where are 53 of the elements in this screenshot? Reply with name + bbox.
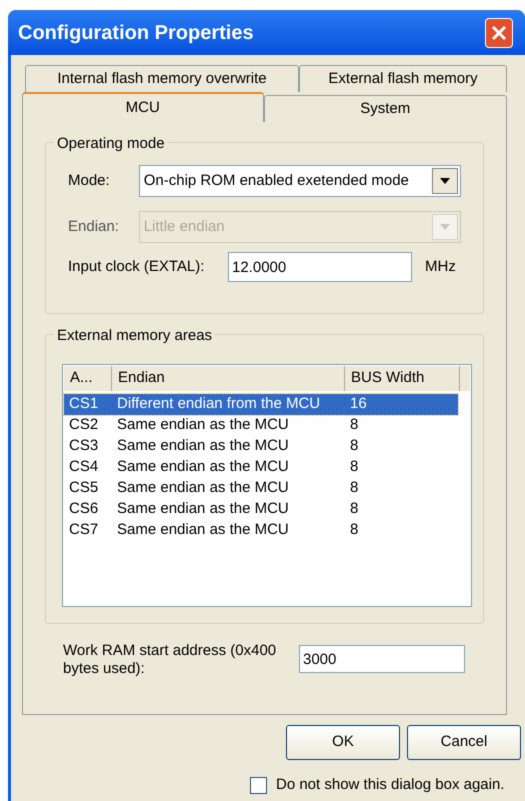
table-row[interactable]: CS5 Same endian as the MCU 8: [64, 478, 458, 499]
table-row[interactable]: CS2 Same endian as the MCU 8: [64, 415, 458, 436]
table-cell-text: Same endian as the MCU: [116, 436, 290, 456]
table-row[interactable]: CS1 Different endian from the MCU 16: [64, 394, 458, 415]
field-label: Work RAM start address (0x400 bytes used):: [63, 642, 278, 678]
window-title: Configuration Properties: [18, 20, 254, 46]
table-cell-text: 16: [349, 394, 368, 414]
tab[interactable]: System: [264, 95, 507, 122]
close-icon: [490, 24, 508, 42]
column-header[interactable]: Endian: [112, 366, 345, 391]
table-row[interactable]: CS7 Same endian as the MCU 8: [64, 520, 458, 541]
dropdown[interactable]: On-chip ROM enabled exetended mode: [138, 165, 461, 197]
table-cell-text: CS1: [68, 394, 100, 414]
table-cell-text: Same endian as the MCU: [116, 478, 290, 498]
table-cell-text: CS3: [68, 436, 100, 456]
close-button[interactable]: [485, 18, 513, 48]
unit-label: MHz: [425, 256, 456, 277]
column-header[interactable]: BUS Width: [345, 366, 460, 391]
input-field[interactable]: 12.0000: [228, 252, 412, 282]
table-cell-text: CS6: [68, 499, 100, 520]
table-row[interactable]: CS6 Same endian as the MCU 8: [64, 499, 458, 520]
tab[interactable]: External flash memory: [299, 65, 507, 92]
table-cell-text: Same endian as the MCU: [116, 457, 290, 478]
field-label: Endian:: [68, 216, 120, 237]
field-label: Input clock (EXTAL):: [68, 256, 206, 277]
table-cell-text: CS4: [68, 457, 100, 478]
table-row[interactable]: CS4 Same endian as the MCU 8: [64, 457, 458, 478]
checkbox[interactable]: [250, 776, 267, 794]
table-cell-text: Same endian as the MCU: [116, 499, 290, 520]
dropdown-button[interactable]: [432, 168, 458, 194]
table-cell-text: Same endian as the MCU: [116, 415, 290, 436]
dropdown-arrow-icon: [440, 178, 450, 184]
column-header[interactable]: A...: [64, 366, 112, 391]
field-label: Mode:: [68, 170, 111, 191]
table-cell-text: Same endian as the MCU: [116, 520, 290, 540]
table-cell-text: 8: [349, 520, 360, 540]
table-row[interactable]: CS3 Same endian as the MCU 8: [64, 436, 458, 457]
tab[interactable]: Internal flash memory overwrite: [25, 65, 300, 92]
table-cell-text: CS2: [68, 415, 100, 436]
table-cell-text: 8: [349, 499, 360, 520]
table-cell-text: 8: [349, 478, 360, 498]
tab[interactable]: MCU: [22, 92, 264, 122]
table-cell-text: Different endian from the MCU: [116, 394, 322, 414]
dialog-button[interactable]: Cancel: [407, 725, 521, 760]
table-cell-text: 8: [349, 457, 360, 478]
table-cell-text: CS5: [68, 478, 100, 498]
table-cell-text: 8: [349, 415, 360, 436]
dialog-button[interactable]: OK: [286, 725, 400, 760]
table-cell-text: 8: [349, 436, 360, 456]
dropdown-arrow-icon: [440, 224, 450, 230]
input-field[interactable]: 3000: [299, 645, 465, 673]
checkbox-label: Do not show this dialog box again.: [276, 775, 504, 795]
table-cell-text: CS7: [68, 520, 100, 540]
